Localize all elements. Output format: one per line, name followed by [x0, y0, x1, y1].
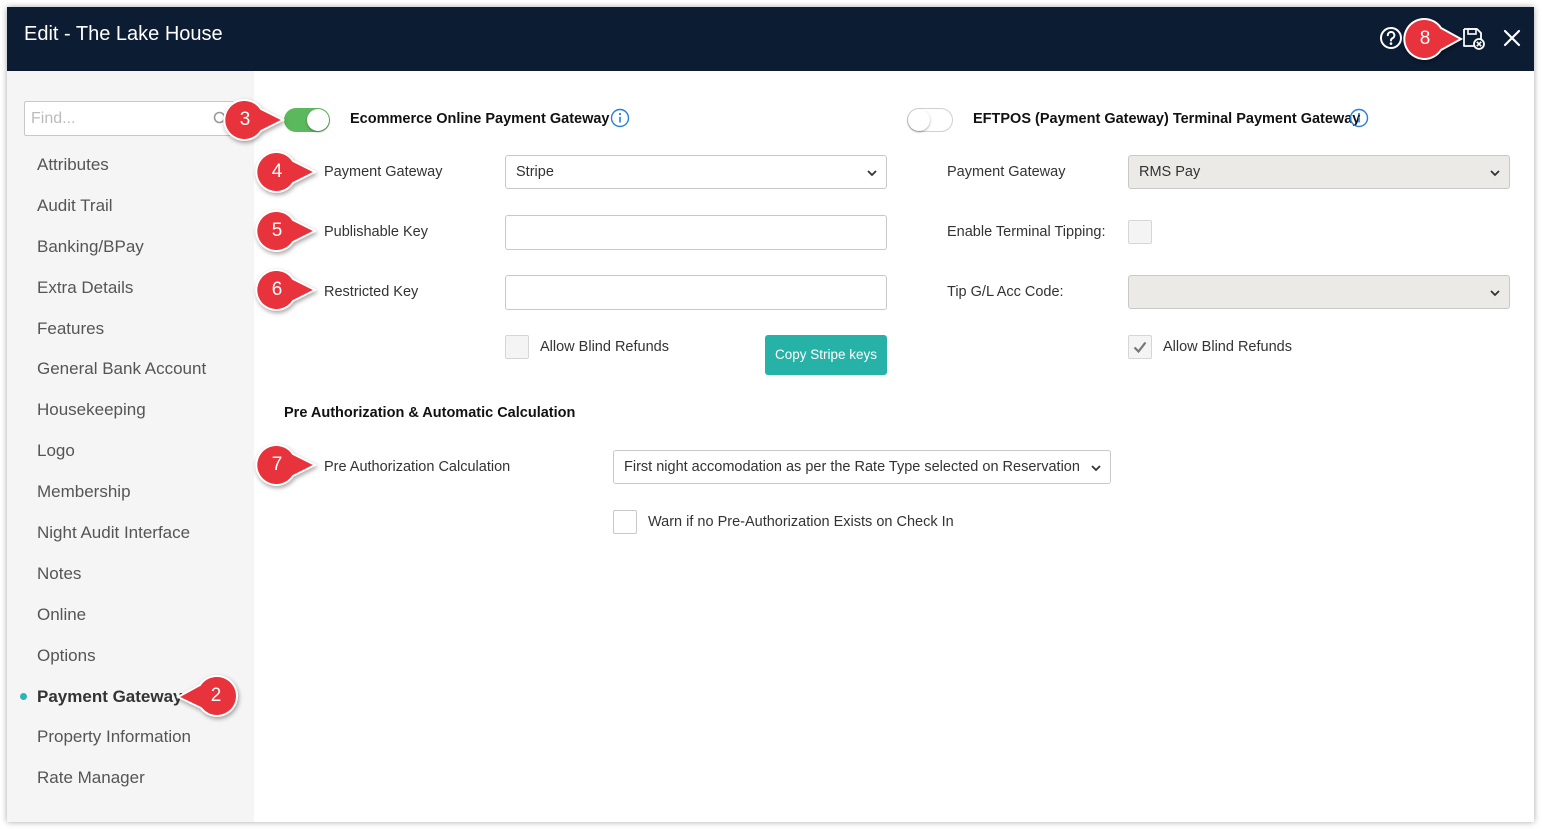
chevron-down-icon: [1490, 170, 1500, 177]
sidebar-item-membership[interactable]: Membership: [37, 480, 206, 521]
sidebar-item-extra-details[interactable]: Extra Details: [37, 276, 206, 317]
sidebar-item-attributes[interactable]: Attributes: [37, 153, 206, 194]
sidebar-item-label: Logo: [37, 441, 75, 461]
callout-marker: 7: [255, 443, 318, 489]
help-icon[interactable]: [1378, 25, 1404, 51]
sidebar-item-options[interactable]: Options: [37, 644, 206, 685]
sidebar-item-general-bank-account[interactable]: General Bank Account: [37, 357, 206, 398]
chevron-down-icon: [1091, 465, 1101, 472]
restricted-key-input[interactable]: [505, 275, 887, 310]
close-icon[interactable]: [1499, 25, 1525, 51]
tip-gl-code-select[interactable]: [1128, 275, 1510, 309]
sidebar-nav: Attributes Audit Trail Banking/BPay Extr…: [20, 153, 206, 807]
sidebar-item-rate-manager[interactable]: Rate Manager: [37, 766, 206, 807]
sidebar-item-label: Options: [37, 645, 96, 665]
sidebar-item-logo[interactable]: Logo: [37, 439, 206, 480]
eftpos-toggle[interactable]: [907, 108, 953, 132]
sidebar-item-label: Online: [37, 604, 87, 624]
sidebar-item-label: Property Information: [37, 727, 192, 747]
checkmark-icon: [1133, 341, 1147, 354]
sidebar-item-label: Audit Trail: [37, 195, 113, 215]
sidebar-item-label: Housekeeping: [37, 400, 146, 420]
info-icon[interactable]: [610, 108, 630, 128]
sidebar-item-features[interactable]: Features: [37, 317, 206, 358]
chevron-down-icon: [1490, 290, 1500, 297]
sidebar-item-label: Night Audit Interface: [37, 523, 191, 543]
ecommerce-toggle[interactable]: [284, 108, 330, 132]
callout-marker: 4: [255, 150, 318, 196]
warn-no-preauth-label: Warn if no Pre-Authorization Exists on C…: [648, 514, 954, 530]
toggle-knob: [307, 109, 329, 131]
sidebar-search: [24, 101, 234, 136]
save-exit-icon[interactable]: [1460, 25, 1486, 51]
callout-marker: 5: [255, 209, 318, 255]
sidebar-item-online[interactable]: Online: [37, 603, 206, 644]
preauth-calculation-label: Pre Authorization Calculation: [324, 459, 511, 475]
callout-marker: 8: [1403, 17, 1464, 63]
eftpos-allow-blind-refunds-checkbox[interactable]: [1128, 335, 1152, 359]
publishable-key-label: Publishable Key: [324, 224, 428, 240]
eftpos-allow-blind-refunds-label: Allow Blind Refunds: [1163, 339, 1292, 355]
sidebar-item-label: Extra Details: [37, 277, 134, 297]
sidebar-item-label: Membership: [37, 482, 131, 502]
toggle-knob: [908, 109, 930, 131]
restricted-key-label: Restricted Key: [324, 284, 419, 300]
sidebar-item-payment-gateway[interactable]: Payment Gateway: [20, 685, 206, 726]
callout-marker: 6: [255, 268, 318, 314]
sidebar-item-night-audit-interface[interactable]: Night Audit Interface: [37, 521, 206, 562]
sidebar-item-property-information[interactable]: Property Information: [37, 725, 206, 766]
eftpos-payment-gateway-value: RMS Pay: [1139, 164, 1201, 180]
callout-marker: 2: [175, 674, 240, 720]
sidebar-item-housekeeping[interactable]: Housekeeping: [37, 398, 206, 439]
payment-gateway-value: Stripe: [516, 164, 554, 180]
warn-no-preauth-checkbox[interactable]: [613, 510, 637, 534]
main-content: Ecommerce Online Payment Gateway Payment…: [254, 71, 1534, 822]
chevron-down-icon: [867, 170, 877, 177]
eftpos-payment-gateway-select[interactable]: RMS Pay: [1128, 155, 1510, 189]
sidebar-item-label: General Bank Account: [37, 359, 207, 379]
publishable-key-input[interactable]: [505, 215, 887, 250]
eftpos-heading: EFTPOS (Payment Gateway) Terminal Paymen…: [973, 111, 1361, 127]
sidebar-item-banking-bpay[interactable]: Banking/BPay: [37, 235, 206, 276]
payment-gateway-select[interactable]: Stripe: [505, 155, 887, 189]
sidebar-item-label: Notes: [37, 563, 82, 583]
preauth-section-title: Pre Authorization & Automatic Calculatio…: [284, 405, 576, 421]
window-title: Edit - The Lake House: [24, 23, 223, 45]
copy-stripe-keys-button[interactable]: Copy Stripe keys: [765, 335, 887, 375]
info-icon[interactable]: [1349, 108, 1369, 128]
enable-terminal-tipping-checkbox[interactable]: [1128, 220, 1152, 244]
preauth-calculation-value: First night accomodation as per the Rate…: [624, 459, 1080, 475]
eftpos-payment-gateway-label: Payment Gateway: [947, 164, 1066, 180]
sidebar-item-label: Payment Gateway: [37, 686, 183, 706]
ecommerce-heading: Ecommerce Online Payment Gateway: [350, 111, 610, 127]
sidebar-item-notes[interactable]: Notes: [37, 562, 206, 603]
sidebar-item-label: Banking/BPay: [37, 236, 144, 256]
enable-terminal-tipping-label: Enable Terminal Tipping:: [947, 224, 1106, 240]
allow-blind-refunds-checkbox[interactable]: [505, 335, 529, 359]
sidebar-item-label: Features: [37, 318, 105, 338]
title-bar: Edit - The Lake House: [7, 7, 1534, 71]
sidebar-item-audit-trail[interactable]: Audit Trail: [37, 194, 206, 235]
callout-marker: 3: [223, 98, 286, 144]
tip-gl-code-label: Tip G/L Acc Code:: [947, 284, 1064, 300]
search-input[interactable]: [25, 102, 205, 135]
sidebar-item-label: Rate Manager: [37, 768, 145, 788]
sidebar-item-label: Attributes: [37, 155, 109, 174]
payment-gateway-label: Payment Gateway: [324, 164, 443, 180]
active-indicator: [20, 692, 27, 700]
allow-blind-refunds-label: Allow Blind Refunds: [540, 339, 669, 355]
preauth-calculation-select[interactable]: First night accomodation as per the Rate…: [613, 450, 1111, 484]
